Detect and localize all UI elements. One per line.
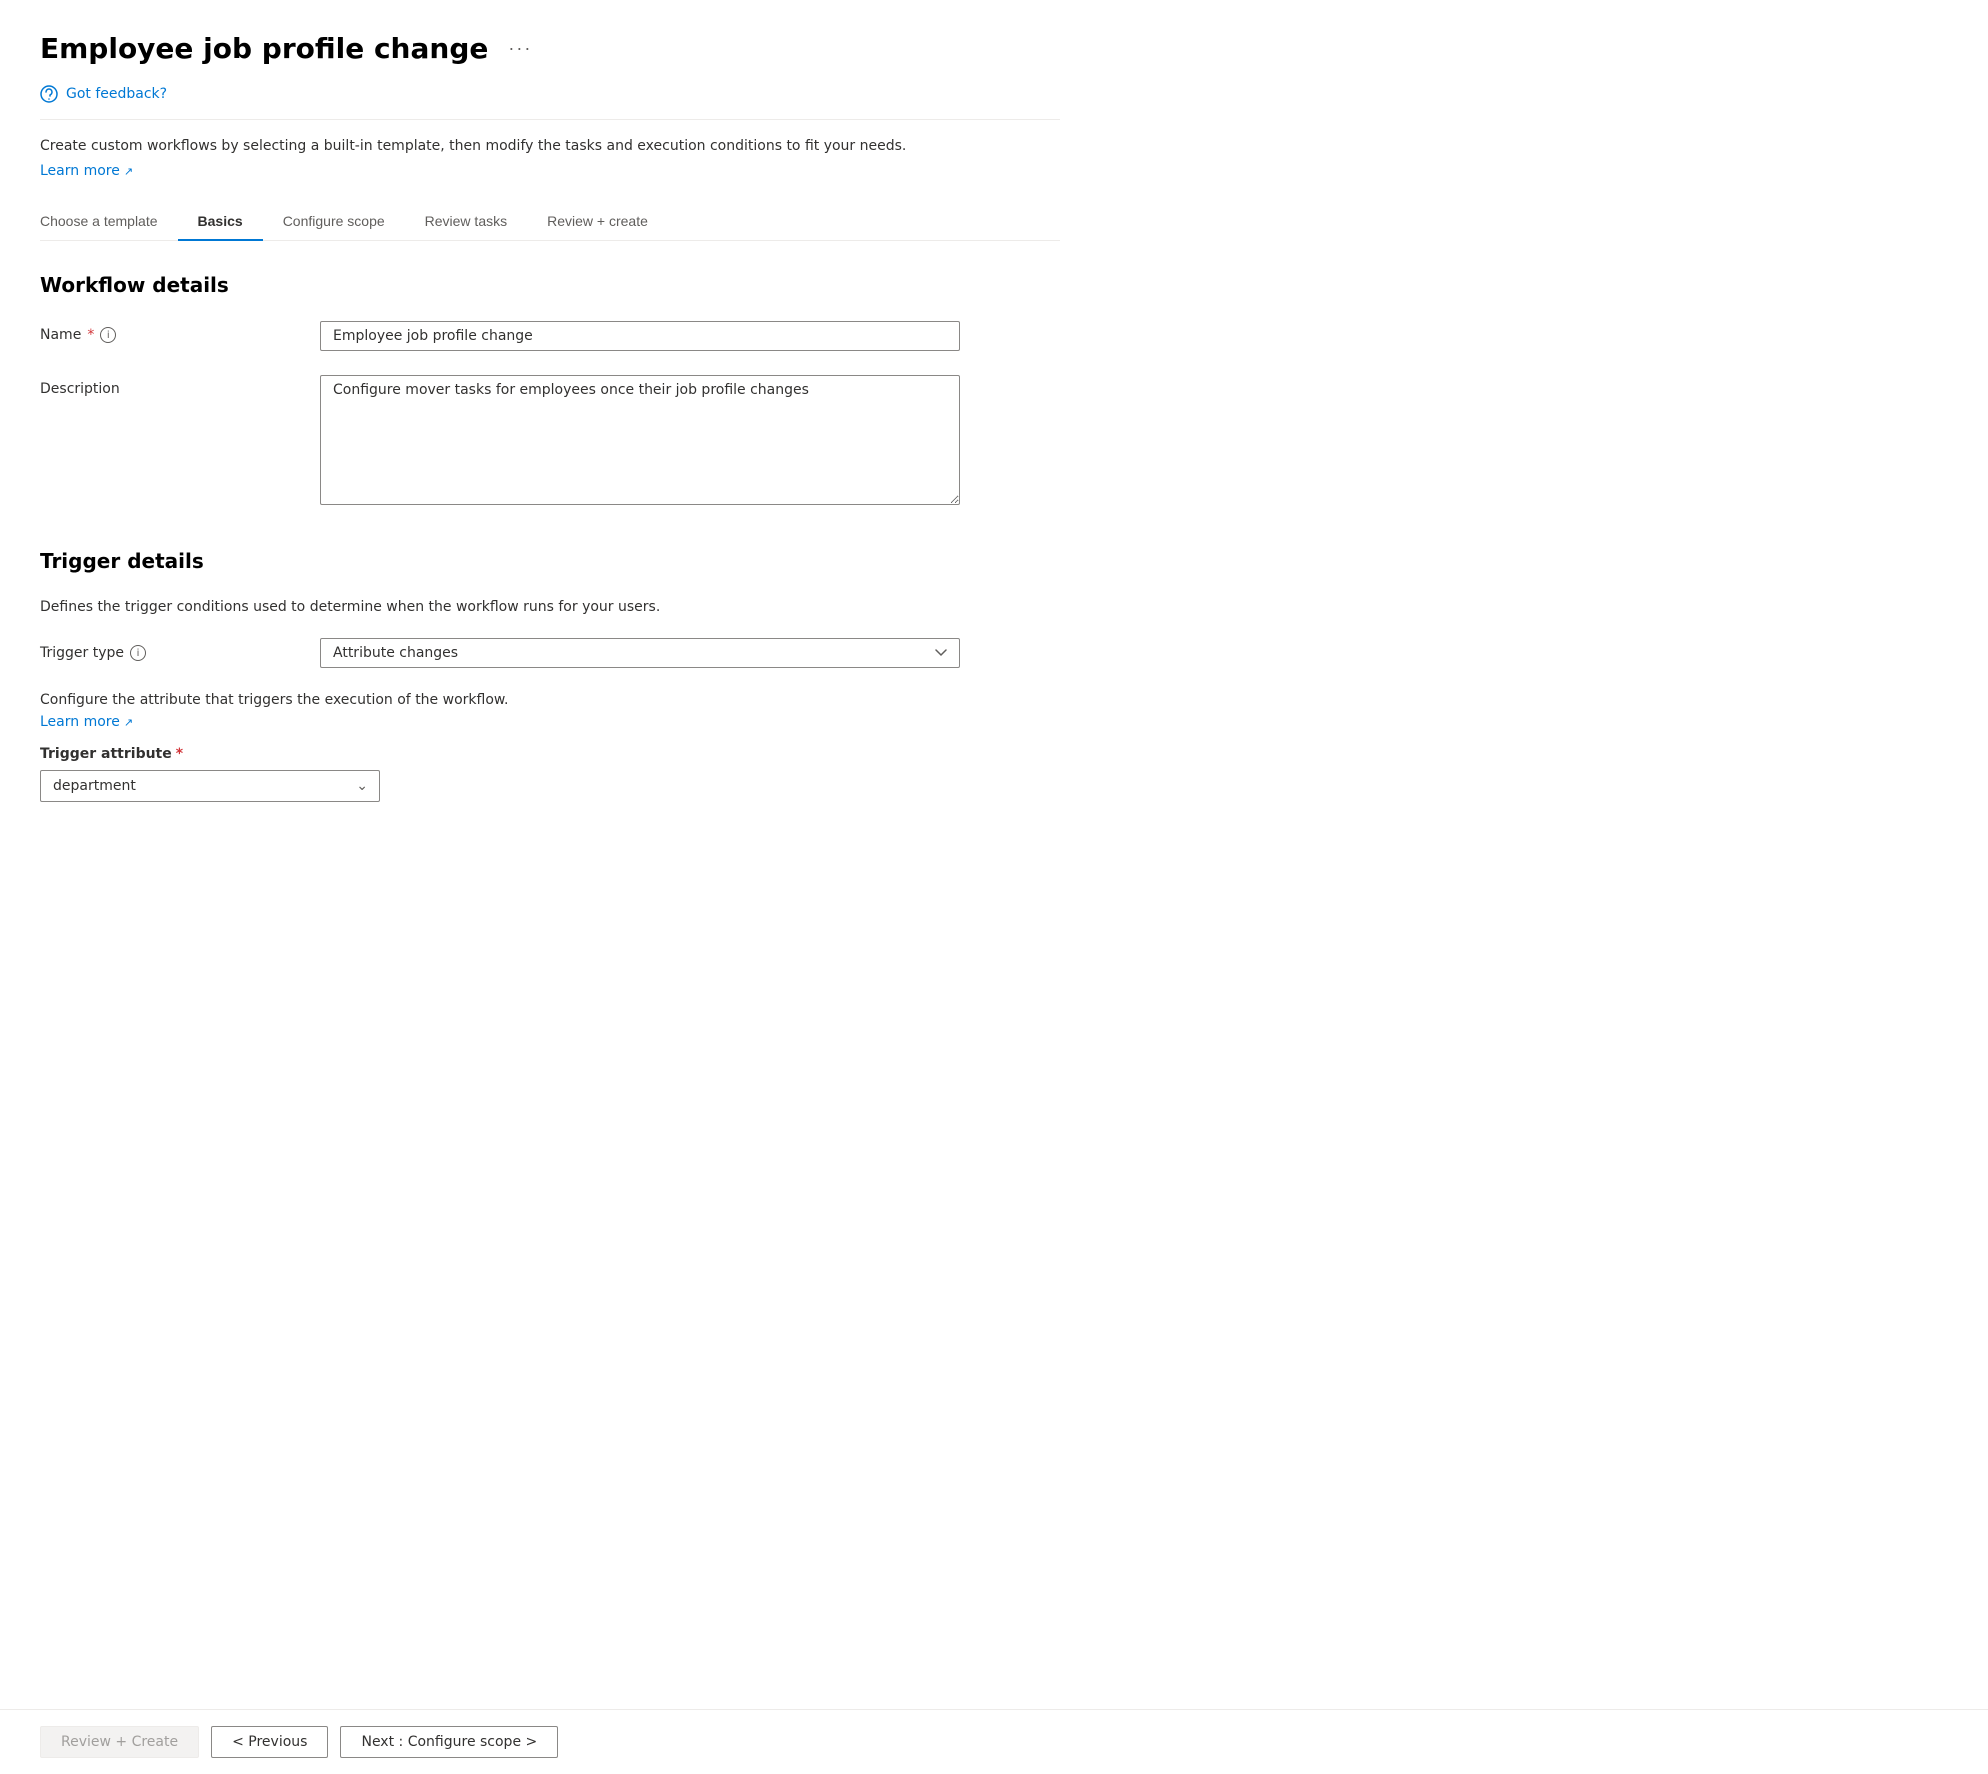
tab-review-tasks[interactable]: Review tasks [405, 203, 527, 241]
name-field-row: Name * i [40, 321, 1060, 351]
feedback-link[interactable]: Got feedback? [66, 86, 167, 102]
footer: Review + Create < Previous Next : Config… [0, 1709, 1988, 1774]
attribute-description: Configure the attribute that triggers th… [40, 692, 1060, 708]
trigger-details-title: Trigger details [40, 549, 1060, 573]
attribute-learn-more-icon: ↗ [124, 716, 133, 729]
tab-configure-scope[interactable]: Configure scope [263, 203, 405, 241]
attribute-required-star: * [176, 746, 183, 762]
intro-learn-more-label: Learn more [40, 163, 120, 179]
attribute-learn-more-link[interactable]: Learn more ↗ [40, 714, 133, 730]
trigger-type-row: Trigger type i Attribute changes On-dema… [40, 638, 1060, 668]
attribute-label: Trigger attribute * [40, 746, 1060, 762]
description-label: Description [40, 381, 320, 397]
trigger-attribute-select[interactable]: department jobTitle manager officeLocati… [40, 770, 380, 802]
attribute-learn-more-label: Learn more [40, 714, 120, 730]
intro-learn-more-icon: ↗ [124, 165, 133, 178]
name-input[interactable] [320, 321, 960, 351]
feedback-row: Got feedback? [40, 85, 1060, 120]
trigger-description: Defines the trigger conditions used to d… [40, 597, 1060, 618]
workflow-details-title: Workflow details [40, 273, 1060, 297]
name-info-icon: i [100, 327, 116, 343]
workflow-details-section: Workflow details Name * i Description [40, 273, 1060, 509]
previous-button[interactable]: < Previous [211, 1726, 328, 1758]
description-field-row: Description Configure mover tasks for em… [40, 375, 1060, 509]
next-button[interactable]: Next : Configure scope > [340, 1726, 558, 1758]
trigger-type-select[interactable]: Attribute changes On-demand Schedule [320, 638, 960, 668]
intro-description: Create custom workflows by selecting a b… [40, 136, 1060, 157]
trigger-details-section: Trigger details Defines the trigger cond… [40, 549, 1060, 802]
trigger-type-label: Trigger type [40, 645, 124, 661]
page-header: Employee job profile change ··· [40, 32, 1060, 65]
feedback-icon [40, 85, 58, 103]
trigger-type-info-icon: i [130, 645, 146, 661]
page-title: Employee job profile change [40, 32, 488, 65]
name-label: Name * i [40, 327, 320, 343]
more-options-button[interactable]: ··· [500, 34, 540, 63]
tab-basics[interactable]: Basics [178, 203, 263, 241]
nav-tabs: Choose a template Basics Configure scope… [40, 203, 1060, 241]
tab-review-create[interactable]: Review + create [527, 203, 668, 241]
name-required-star: * [87, 327, 94, 343]
description-input[interactable]: Configure mover tasks for employees once… [320, 375, 960, 505]
trigger-type-select-wrapper: Attribute changes On-demand Schedule [320, 638, 960, 668]
review-create-button: Review + Create [40, 1726, 199, 1758]
tab-choose-template[interactable]: Choose a template [40, 203, 178, 241]
attribute-section: Configure the attribute that triggers th… [40, 692, 1060, 802]
intro-learn-more-link[interactable]: Learn more ↗ [40, 163, 133, 179]
trigger-attribute-select-wrapper: department jobTitle manager officeLocati… [40, 770, 380, 802]
